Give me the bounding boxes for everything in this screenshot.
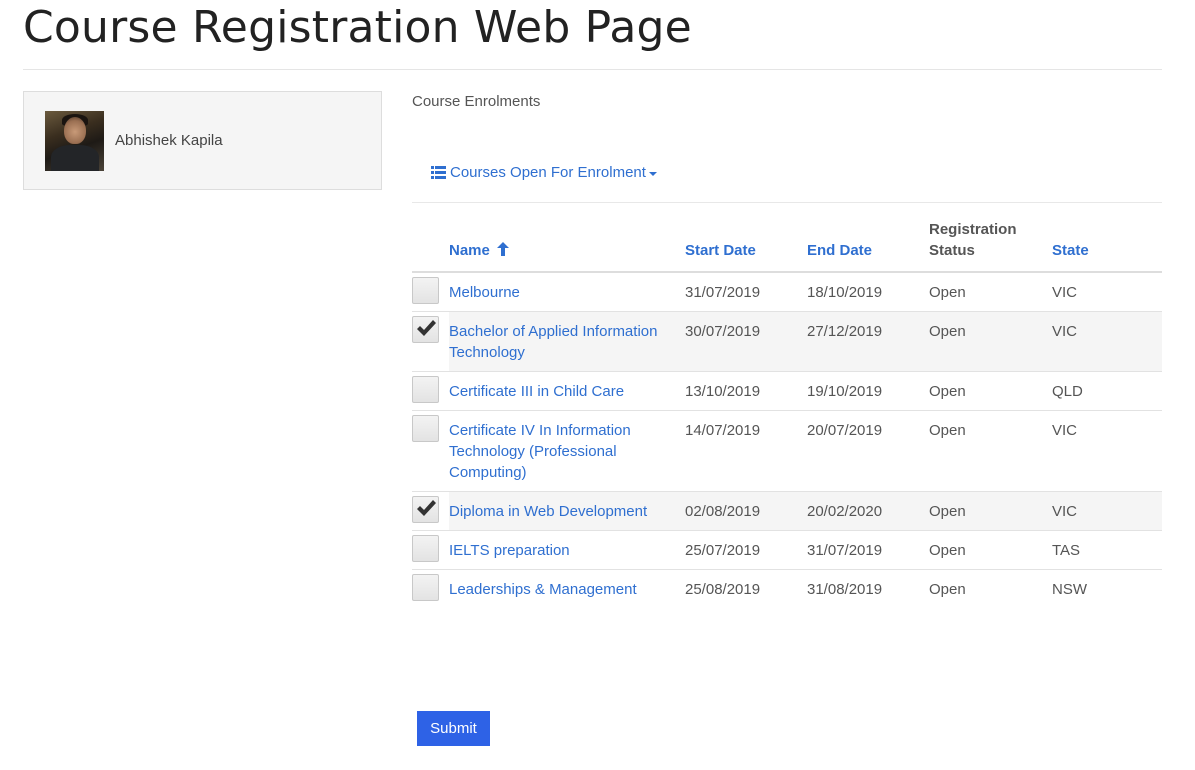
select-cell — [412, 410, 449, 492]
end-date: 31/08/2019 — [807, 581, 883, 598]
course-name-link[interactable]: Bachelor of Applied Information Technolo… — [449, 323, 657, 361]
page-title: Course Registration Web Page — [23, 2, 692, 53]
start-date: 30/07/2019 — [685, 311, 807, 372]
end-date: 20/02/2020 — [807, 491, 929, 531]
submit-button[interactable]: Submit — [417, 711, 490, 746]
course-name-link[interactable]: Leaderships & Management — [449, 581, 637, 598]
registration-status: Open — [929, 371, 1052, 411]
header-name[interactable]: Name — [449, 219, 685, 273]
profile-name: Abhishek Kapila — [115, 132, 223, 149]
avatar — [45, 111, 104, 171]
select-cell — [412, 371, 449, 411]
table-row: Leaderships & Management 25/08/2019 31/08/… — [412, 569, 1162, 609]
course-name-link[interactable]: Certificate IV In Information Technology… — [449, 422, 631, 481]
end-date: 27/12/2019 — [807, 311, 929, 372]
row-checkbox[interactable] — [412, 415, 439, 442]
state: QLD — [1052, 371, 1162, 411]
name-cell: Bachelor of Applied Information Technolo… — [449, 311, 685, 372]
select-cell — [412, 272, 449, 312]
table-header-row: Name Start Date End Date Registration St… — [412, 219, 1162, 273]
check-icon — [417, 320, 436, 336]
select-cell — [412, 311, 449, 372]
header-registration-status: Registration Status — [929, 219, 1052, 273]
state: NSW — [1052, 581, 1087, 598]
registration-status: Open — [929, 530, 1052, 570]
name-cell: Melbourne — [449, 272, 685, 312]
header-start-date[interactable]: Start Date — [685, 219, 807, 273]
caret-down-icon — [648, 171, 657, 176]
dropdown-label: Courses Open For Enrolment — [450, 164, 646, 181]
course-name-link[interactable]: IELTS preparation — [449, 542, 570, 559]
list-icon — [431, 166, 446, 179]
course-name-link[interactable]: Melbourne — [449, 284, 520, 301]
arrow-up-icon — [497, 242, 510, 256]
table-row: IELTS preparation 25/07/2019 31/07/2019 Ope… — [412, 530, 1162, 570]
profile-card: Abhishek Kapila — [23, 91, 382, 190]
row-checkbox[interactable] — [412, 316, 439, 343]
state: VIC — [1052, 311, 1162, 372]
end-date: 19/10/2019 — [807, 371, 929, 411]
row-checkbox[interactable] — [412, 535, 439, 562]
name-cell: IELTS preparation — [449, 530, 685, 570]
table-row: Bachelor of Applied Information Technolo… — [412, 311, 1162, 372]
end-date: 20/07/2019 — [807, 410, 929, 492]
row-checkbox[interactable] — [412, 496, 439, 523]
row-checkbox[interactable] — [412, 376, 439, 403]
name-cell: Certificate IV In Information Technology… — [449, 410, 685, 492]
header-select — [412, 219, 449, 273]
end-date: 31/07/2019 — [807, 530, 929, 570]
courses-table: Name Start Date End Date Registration St… — [412, 219, 1162, 608]
name-cell: Diploma in Web Development — [449, 491, 685, 531]
state: VIC — [1052, 491, 1162, 531]
start-date: 14/07/2019 — [685, 410, 807, 492]
header-end-date[interactable]: End Date — [807, 219, 929, 273]
header-state[interactable]: State — [1052, 219, 1162, 273]
name-cell: Leaderships & Management — [449, 570, 685, 609]
state: VIC — [1052, 272, 1162, 312]
start-date: 25/08/2019 — [685, 581, 761, 598]
registration-status: Open — [929, 581, 966, 598]
row-checkbox[interactable] — [412, 574, 439, 601]
start-date: 31/07/2019 — [685, 272, 807, 312]
section-label: Course Enrolments — [412, 93, 541, 110]
state: VIC — [1052, 410, 1162, 492]
title-divider — [23, 69, 1162, 70]
courses-dropdown-toggle[interactable]: Courses Open For Enrolment — [431, 164, 657, 181]
start-date: 13/10/2019 — [685, 371, 807, 411]
toolbar-divider — [412, 202, 1162, 203]
check-icon — [417, 500, 436, 516]
end-date: 18/10/2019 — [807, 272, 929, 312]
name-cell: Certificate III in Child Care — [449, 371, 685, 411]
course-name-link[interactable]: Diploma in Web Development — [449, 503, 647, 520]
registration-status: Open — [929, 491, 1052, 531]
registration-status: Open — [929, 410, 1052, 492]
table-row: Diploma in Web Development 02/08/2019 20/0… — [412, 491, 1162, 531]
select-cell — [412, 569, 449, 608]
start-date: 25/07/2019 — [685, 530, 807, 570]
registration-status: Open — [929, 311, 1052, 372]
select-cell — [412, 491, 449, 531]
table-row: Melbourne 31/07/2019 18/10/2019 Open VIC — [412, 272, 1162, 312]
row-checkbox[interactable] — [412, 277, 439, 304]
select-cell — [412, 530, 449, 570]
course-name-link[interactable]: Certificate III in Child Care — [449, 383, 624, 400]
table-row: Certificate IV In Information Technology… — [412, 410, 1162, 492]
table-row: Certificate III in Child Care 13/10/2019 1… — [412, 371, 1162, 411]
state: TAS — [1052, 530, 1162, 570]
registration-status: Open — [929, 272, 1052, 312]
start-date: 02/08/2019 — [685, 491, 807, 531]
